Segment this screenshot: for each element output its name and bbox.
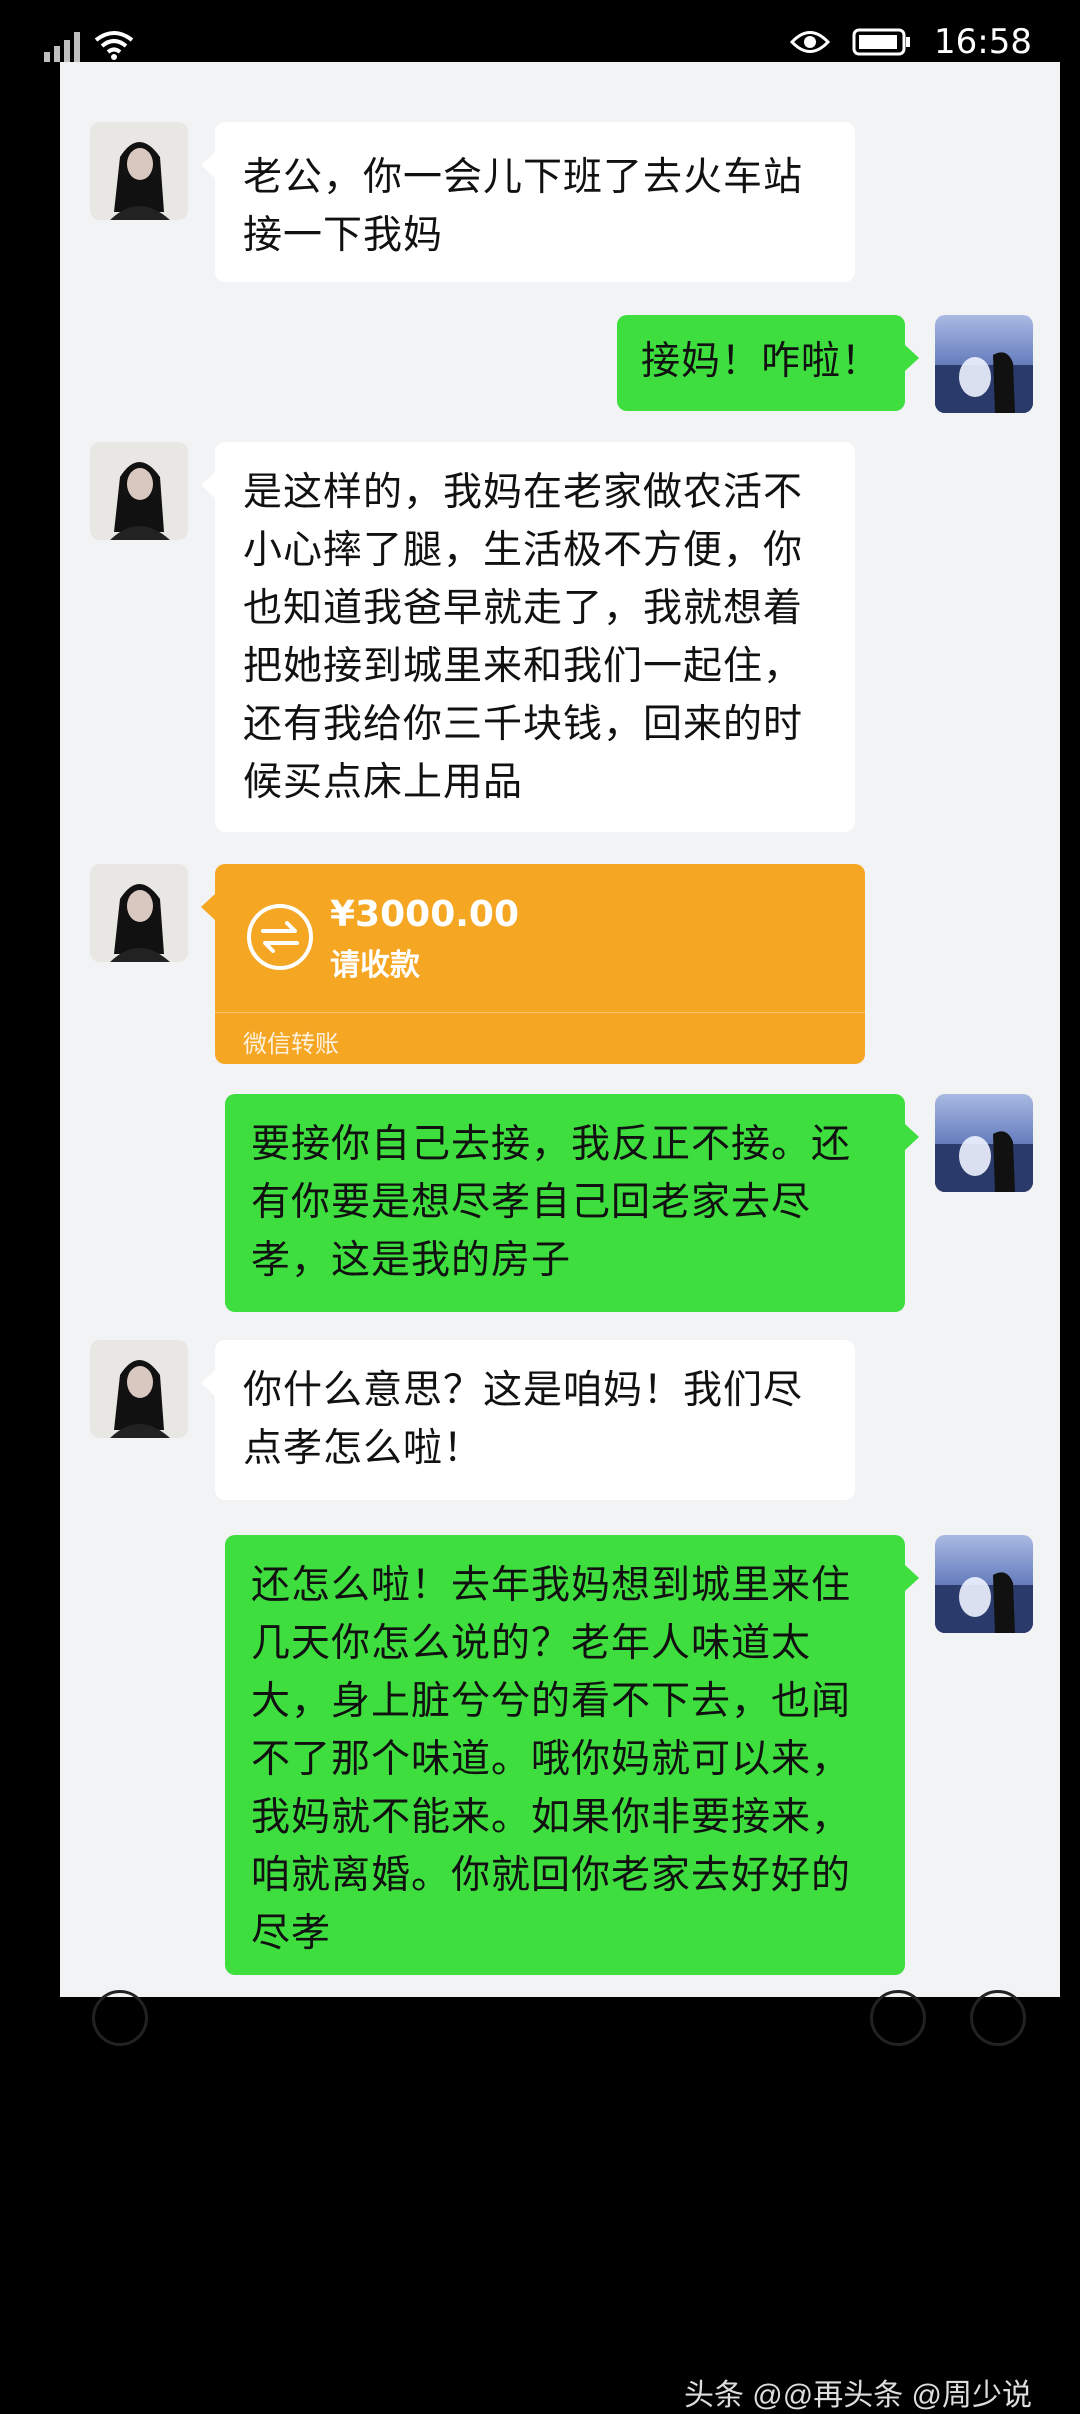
signal-icon [44, 28, 80, 62]
landscape-avatar-icon [935, 1131, 1033, 1192]
woman-avatar-icon [90, 1340, 188, 1438]
woman-avatar-icon [90, 442, 188, 540]
eye-icon [790, 31, 831, 53]
woman-avatar-icon [90, 864, 188, 962]
message-bubble[interactable]: 还怎么啦！去年我妈想到城里来住几天你怎么说的？老年人味道太大，身上脏兮兮的看不下… [225, 1535, 919, 1975]
message-bubble[interactable]: 老公，你一会儿下班了去火车站接一下我妈 [201, 122, 855, 282]
status-bar: 16:58 [0, 0, 1080, 70]
landscape-avatar-icon [935, 1572, 1033, 1633]
message-text: 老公，你一会儿下班了去火车站接一下我妈 [243, 155, 804, 258]
avatar-her[interactable] [90, 122, 188, 220]
transfer-arrows-icon [247, 904, 313, 970]
message-text: 要接你自己去接，我反正不接。还有你要是想尽孝自己回老家去尽孝，这是我的房子 [251, 1122, 852, 1283]
watermark: 头条 @@再头条 @周少说 [683, 2379, 1032, 2412]
chat-screen: 老公，你一会儿下班了去火车站接一下我妈 接妈！咋啦！ 是这样的，我妈在老家做农活… [60, 62, 1060, 1997]
wifi-icon [94, 31, 134, 60]
message-bubble[interactable]: 是这样的，我妈在老家做农活不小心摔了腿，生活极不方便，你也知道我爸早就走了，我就… [201, 442, 855, 832]
message-text: 是这样的，我妈在老家做农活不小心摔了腿，生活极不方便，你也知道我爸早就走了，我就… [243, 470, 804, 805]
avatar-her[interactable] [90, 1340, 188, 1438]
emoji-button[interactable] [870, 1990, 926, 2046]
message-bubble[interactable]: 你什么意思？这是咱妈！我们尽点孝怎么啦！ [201, 1340, 855, 1500]
more-button[interactable] [970, 1990, 1026, 2046]
avatar-me[interactable] [935, 1535, 1033, 1633]
message-text: 你什么意思？这是咱妈！我们尽点孝怎么啦！ [243, 1368, 804, 1471]
chat-log[interactable]: 老公，你一会儿下班了去火车站接一下我妈 接妈！咋啦！ 是这样的，我妈在老家做农活… [60, 62, 1060, 1997]
message-bubble[interactable]: 接妈！咋啦！ [617, 315, 919, 411]
transfer-label: 微信转账 [243, 1030, 339, 1058]
transfer-card[interactable]: ¥3000.00 请收款 微信转账 [201, 864, 865, 1064]
transfer-status: 请收款 [330, 948, 420, 983]
avatar-her[interactable] [90, 864, 188, 962]
landscape-avatar-icon [935, 352, 1033, 413]
woman-avatar-icon [90, 122, 188, 220]
message-text: 接妈！咋啦！ [641, 339, 882, 384]
message-bubble[interactable]: 要接你自己去接，我反正不接。还有你要是想尽孝自己回老家去尽孝，这是我的房子 [225, 1094, 919, 1312]
battery-icon [852, 28, 911, 56]
message-text: 还怎么啦！去年我妈想到城里来住几天你怎么说的？老年人味道太大，身上脏兮兮的看不下… [251, 1563, 852, 1956]
transfer-amount: ¥3000.00 [330, 894, 520, 935]
avatar-me[interactable] [935, 1094, 1033, 1192]
avatar-her[interactable] [90, 442, 188, 540]
clock: 16:58 [934, 22, 1032, 62]
avatar-me[interactable] [935, 315, 1033, 413]
voice-button[interactable] [92, 1990, 148, 2046]
divider [215, 1012, 865, 1013]
